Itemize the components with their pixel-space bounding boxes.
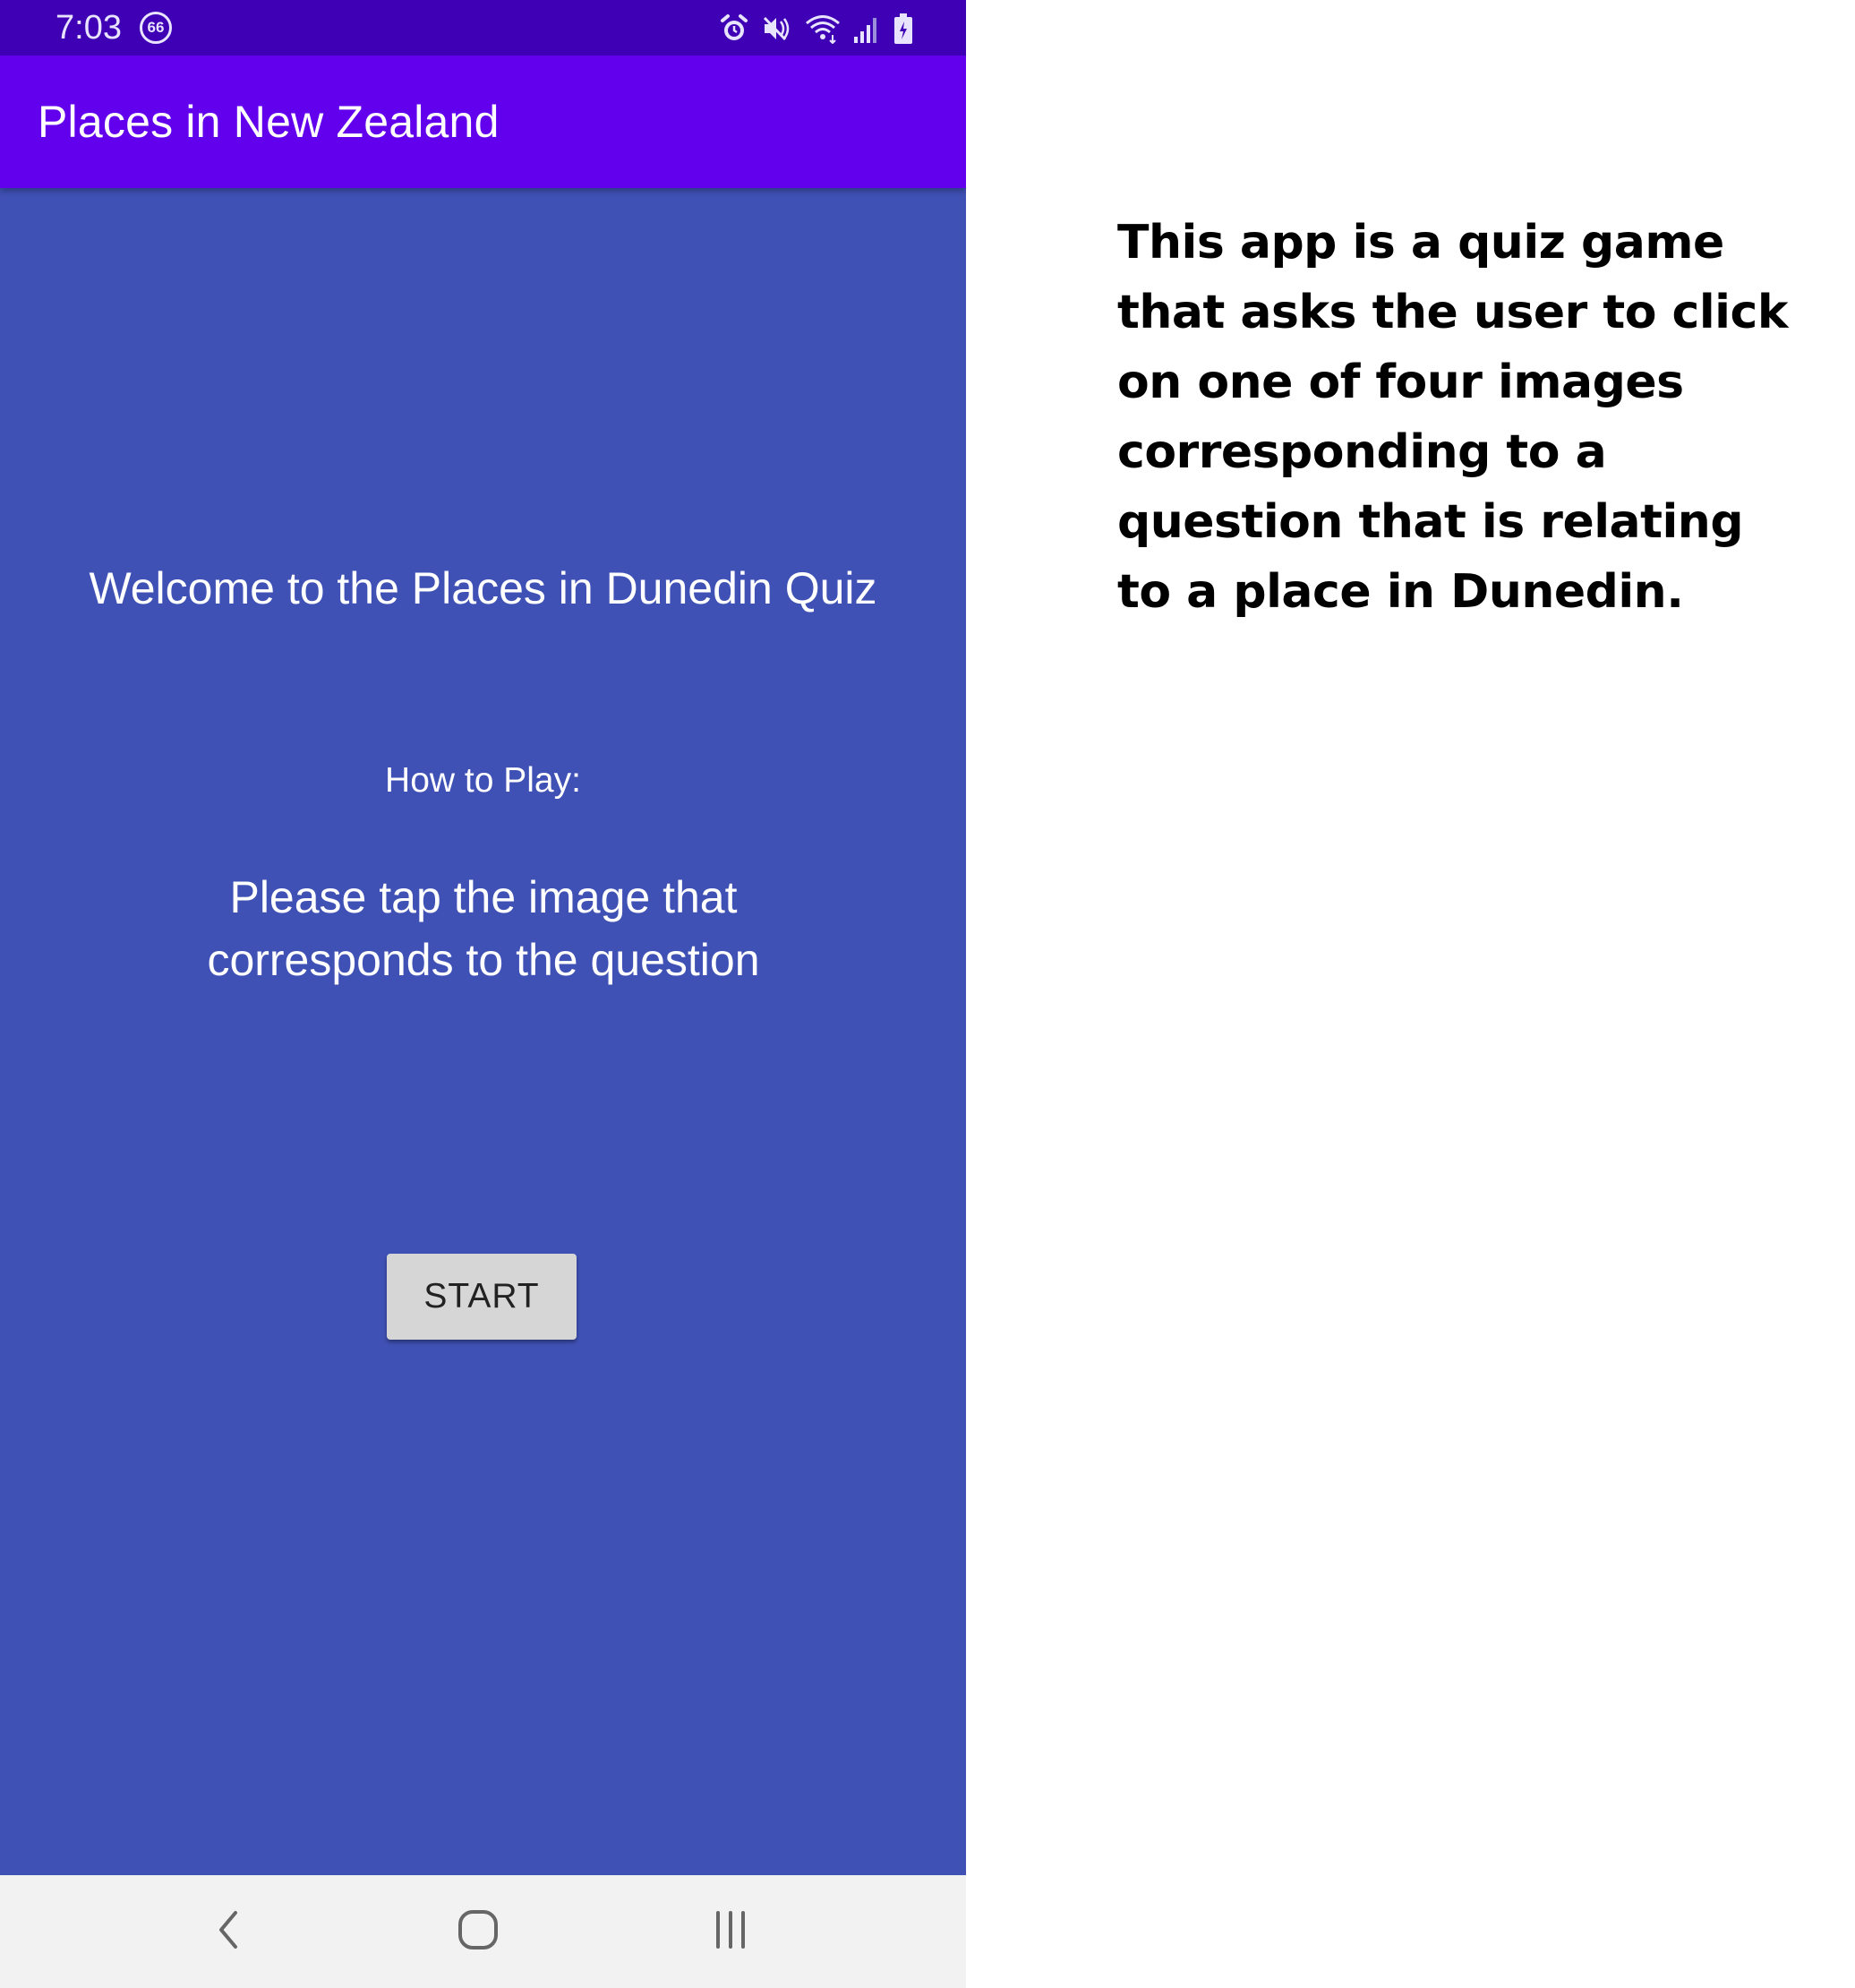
back-icon bbox=[212, 1907, 243, 1957]
recents-button[interactable] bbox=[699, 1902, 762, 1961]
instructions-text: Please tap the image that corresponds to… bbox=[207, 872, 760, 985]
how-to-play-label: How to Play: bbox=[385, 761, 581, 800]
status-icons bbox=[719, 11, 914, 47]
home-icon bbox=[456, 1907, 500, 1957]
mute-icon bbox=[762, 13, 792, 44]
quiz-welcome-screen: Welcome to the Places in Dunedin Quiz Ho… bbox=[0, 188, 966, 1875]
status-time: 7:03 bbox=[56, 9, 122, 47]
notification-count-badge: 66 bbox=[140, 12, 172, 44]
phone-screen: 7:03 66 Places in New Zealand Welcome to… bbox=[0, 0, 966, 1988]
status-bar: 7:03 66 bbox=[0, 0, 966, 56]
app-title: Places in New Zealand bbox=[38, 97, 500, 147]
alarm-icon bbox=[719, 13, 749, 44]
welcome-text: Welcome to the Places in Dunedin Quiz bbox=[89, 563, 877, 613]
app-description: This app is a quiz game that asks the us… bbox=[1117, 216, 1788, 619]
battery-icon bbox=[893, 13, 914, 45]
recents-icon bbox=[711, 1907, 750, 1957]
signal-icon bbox=[853, 13, 880, 44]
start-button[interactable]: START bbox=[387, 1254, 577, 1340]
wifi-icon bbox=[805, 13, 841, 44]
back-button[interactable] bbox=[196, 1902, 259, 1961]
navigation-bar bbox=[0, 1875, 966, 1988]
app-bar: Places in New Zealand bbox=[0, 56, 966, 188]
home-button[interactable] bbox=[447, 1902, 509, 1961]
